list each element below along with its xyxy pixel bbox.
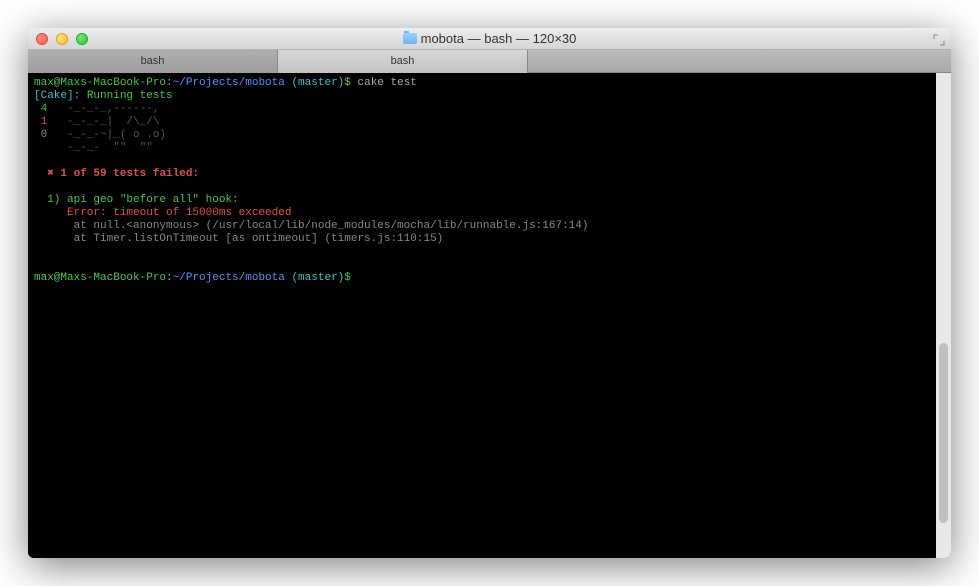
fullscreen-icon[interactable] bbox=[933, 33, 945, 45]
prompt-path: ~/Projects/mobota bbox=[173, 77, 285, 89]
window-title: mobota — bash — 120×30 bbox=[28, 31, 951, 46]
terminal-content[interactable]: max@Maxs-MacBook-Pro:~/Projects/mobota (… bbox=[28, 73, 936, 558]
nyan-art: -_-_- "" "" bbox=[60, 142, 152, 154]
zoom-icon[interactable] bbox=[76, 33, 88, 45]
nyan-art: -_-_-_| /\_/\ bbox=[60, 116, 159, 128]
nyan-count-4: 4 bbox=[34, 103, 60, 115]
error-message: Error: timeout of 15000ms exceeded bbox=[34, 207, 291, 219]
prompt-sigil: $ bbox=[344, 272, 351, 284]
prompt-path: ~/Projects/mobota bbox=[173, 272, 285, 284]
tabbar: bash bash bbox=[28, 50, 951, 73]
folder-icon bbox=[403, 33, 417, 44]
minimize-icon[interactable] bbox=[56, 33, 68, 45]
scrollbar[interactable] bbox=[936, 73, 951, 558]
prompt-sep: : bbox=[166, 77, 173, 89]
stack-trace-line: at Timer.listOnTimeout [as ontimeout] (t… bbox=[34, 233, 443, 245]
terminal-area: max@Maxs-MacBook-Pro:~/Projects/mobota (… bbox=[28, 73, 951, 558]
command-text: cake test bbox=[351, 77, 417, 89]
prompt-userhost: max@Maxs-MacBook-Pro bbox=[34, 77, 166, 89]
nyan-art: -_-_-_,------, bbox=[60, 103, 159, 115]
nyan-count-1: 1 bbox=[34, 116, 60, 128]
nyan-art: -_-_-~|_( o .o) bbox=[60, 129, 166, 141]
tab-bash-2[interactable]: bash bbox=[278, 50, 528, 73]
fail-summary: 1 of 59 tests failed: bbox=[54, 168, 199, 180]
prompt-branch: (master) bbox=[285, 272, 344, 284]
prompt-userhost: max@Maxs-MacBook-Pro bbox=[34, 272, 166, 284]
prompt-sigil: $ bbox=[344, 77, 351, 89]
titlebar[interactable]: mobota — bash — 120×30 bbox=[28, 28, 951, 50]
title-text: mobota — bash — 120×30 bbox=[421, 31, 577, 46]
prompt-branch: (master) bbox=[285, 77, 344, 89]
traffic-lights bbox=[28, 33, 88, 45]
prompt-sep: : bbox=[166, 272, 173, 284]
nyan-blank bbox=[34, 142, 60, 154]
tab-bash-1[interactable]: bash bbox=[28, 50, 278, 73]
terminal-window: mobota — bash — 120×30 bash bash max@Max… bbox=[28, 28, 951, 558]
fail-mark-icon: ✖ bbox=[34, 168, 54, 180]
cake-label: [Cake]: bbox=[34, 90, 80, 102]
scroll-thumb[interactable] bbox=[939, 343, 948, 523]
nyan-count-0: 0 bbox=[34, 129, 60, 141]
test-title: 1) api geo "before all" hook: bbox=[34, 194, 239, 206]
tab-label: bash bbox=[391, 55, 415, 67]
stack-trace-line: at null.<anonymous> (/usr/local/lib/node… bbox=[34, 220, 589, 232]
close-icon[interactable] bbox=[36, 33, 48, 45]
cake-msg: Running tests bbox=[80, 90, 172, 102]
tab-label: bash bbox=[141, 55, 165, 67]
